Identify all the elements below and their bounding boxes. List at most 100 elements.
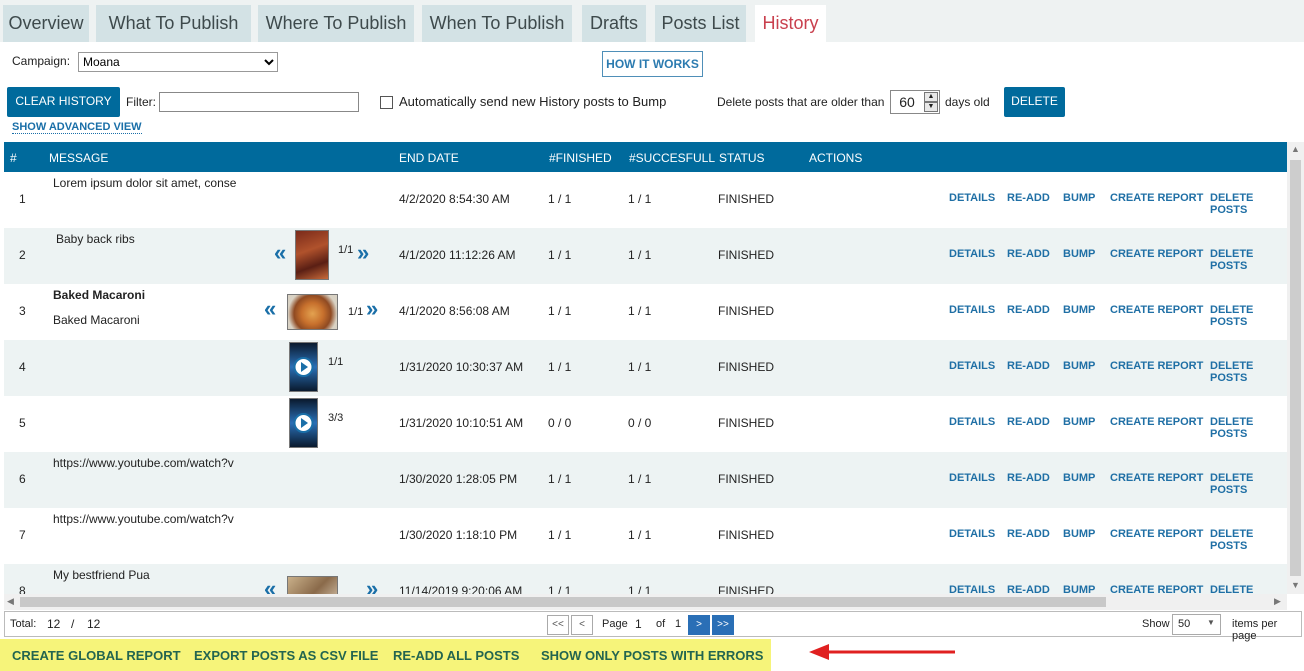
photo-thumbnail[interactable] — [287, 576, 338, 594]
col-status[interactable]: STATUS — [719, 151, 765, 165]
table-row[interactable]: 8 My bestfriend Pua « » 11/14/2019 9:20:… — [4, 564, 1287, 594]
how-it-works-button[interactable]: HOW IT WORKS — [602, 51, 703, 77]
delete-posts-link[interactable]: DELETE POSTS — [1210, 304, 1287, 328]
vertical-scrollbar[interactable]: ▲ ▼ — [1287, 142, 1304, 594]
bump-link[interactable]: BUMP — [1063, 192, 1095, 204]
page-input[interactable]: 1 — [635, 617, 642, 631]
re-add-link[interactable]: RE-ADD — [1007, 472, 1050, 484]
campaign-select[interactable]: Moana — [78, 52, 278, 72]
tab-what-to-publish[interactable]: What To Publish — [96, 5, 251, 42]
page-size-select[interactable]: 50 ▼ — [1172, 614, 1221, 635]
re-add-link[interactable]: RE-ADD — [1007, 528, 1050, 540]
bump-link[interactable]: BUMP — [1063, 304, 1095, 316]
table-row[interactable]: 2 Baby back ribs « 1/1 » 4/1/2020 11:12:… — [4, 228, 1287, 284]
next-page-button[interactable]: > — [688, 615, 710, 635]
scroll-up-icon[interactable]: ▲ — [1291, 144, 1300, 154]
re-add-link[interactable]: RE-ADD — [1007, 192, 1050, 204]
horizontal-scrollbar[interactable]: ◀ ▶ — [4, 594, 1287, 610]
re-add-link[interactable]: RE-ADD — [1007, 584, 1050, 594]
scroll-left-icon[interactable]: ◀ — [7, 596, 14, 607]
last-page-button[interactable]: >> — [712, 615, 734, 635]
stepper-down-icon[interactable]: ▼ — [924, 102, 938, 112]
details-link[interactable]: DETAILS — [949, 528, 995, 540]
col-successful[interactable]: #SUCCESFULL — [629, 151, 715, 165]
video-thumbnail[interactable] — [289, 342, 318, 392]
delete-posts-link[interactable]: DELETE POSTS — [1210, 472, 1287, 496]
details-link[interactable]: DETAILS — [949, 248, 995, 260]
days-value[interactable]: 60 — [891, 91, 923, 113]
create-report-link[interactable]: CREATE REPORT — [1110, 584, 1203, 594]
advanced-view-link[interactable]: SHOW ADVANCED VIEW — [12, 121, 142, 134]
scroll-down-icon[interactable]: ▼ — [1291, 580, 1300, 590]
prev-page-button[interactable]: < — [571, 615, 593, 635]
table-row[interactable]: 6 https://www.youtube.com/watch?v 1/30/2… — [4, 452, 1287, 508]
create-report-link[interactable]: CREATE REPORT — [1110, 248, 1203, 260]
re-add-link[interactable]: RE-ADD — [1007, 416, 1050, 428]
tab-drafts[interactable]: Drafts — [582, 5, 646, 42]
delete-posts-link[interactable]: DELETE POSTS — [1210, 584, 1287, 594]
bump-link[interactable]: BUMP — [1063, 248, 1095, 260]
create-report-link[interactable]: CREATE REPORT — [1110, 472, 1203, 484]
col-end-date[interactable]: END DATE — [399, 151, 459, 165]
delete-posts-link[interactable]: DELETE POSTS — [1210, 192, 1287, 216]
create-report-link[interactable]: CREATE REPORT — [1110, 304, 1203, 316]
table-row[interactable]: 1 Lorem ipsum dolor sit amet, conse 4/2/… — [4, 172, 1287, 228]
bump-link[interactable]: BUMP — [1063, 416, 1095, 428]
chevron-right-icon[interactable]: » — [357, 240, 369, 266]
re-add-all-link[interactable]: RE-ADD ALL POSTS — [393, 648, 519, 663]
delete-posts-link[interactable]: DELETE POSTS — [1210, 360, 1287, 384]
details-link[interactable]: DETAILS — [949, 192, 995, 204]
create-report-link[interactable]: CREATE REPORT — [1110, 192, 1203, 204]
chevron-left-icon[interactable]: « — [274, 240, 286, 266]
clear-history-button[interactable]: CLEAR HISTORY — [7, 87, 120, 117]
export-csv-link[interactable]: EXPORT POSTS AS CSV FILE — [194, 648, 378, 663]
tab-history[interactable]: History — [755, 5, 826, 42]
re-add-link[interactable]: RE-ADD — [1007, 304, 1050, 316]
video-thumbnail[interactable] — [289, 398, 318, 448]
details-link[interactable]: DETAILS — [949, 360, 995, 372]
re-add-link[interactable]: RE-ADD — [1007, 360, 1050, 372]
table-row[interactable]: 5 3/3 1/31/2020 10:10:51 AM 0 / 0 0 / 0 … — [4, 396, 1287, 452]
horizontal-scroll-thumb[interactable] — [20, 597, 1106, 607]
col-finished[interactable]: #FINISHED — [549, 151, 612, 165]
bump-link[interactable]: BUMP — [1063, 360, 1095, 372]
tab-when-to-publish[interactable]: When To Publish — [422, 5, 572, 42]
delete-posts-link[interactable]: DELETE POSTS — [1210, 528, 1287, 552]
table-row[interactable]: 4 1/1 1/31/2020 10:30:37 AM 1 / 1 1 / 1 … — [4, 340, 1287, 396]
chevron-left-icon[interactable]: « — [264, 296, 276, 322]
ribs-thumbnail[interactable] — [295, 230, 329, 280]
create-global-report-link[interactable]: CREATE GLOBAL REPORT — [12, 648, 181, 663]
create-report-link[interactable]: CREATE REPORT — [1110, 360, 1203, 372]
delete-posts-link[interactable]: DELETE POSTS — [1210, 248, 1287, 272]
vertical-scroll-thumb[interactable] — [1290, 160, 1301, 576]
scroll-right-icon[interactable]: ▶ — [1274, 596, 1281, 607]
tab-overview[interactable]: Overview — [3, 5, 89, 42]
auto-send-checkbox[interactable] — [380, 96, 393, 109]
details-link[interactable]: DETAILS — [949, 416, 995, 428]
details-link[interactable]: DETAILS — [949, 584, 995, 594]
filter-input[interactable] — [159, 92, 359, 112]
tab-where-to-publish[interactable]: Where To Publish — [258, 5, 414, 42]
bump-link[interactable]: BUMP — [1063, 584, 1095, 594]
first-page-button[interactable]: << — [547, 615, 569, 635]
col-message[interactable]: MESSAGE — [49, 151, 108, 165]
delete-button[interactable]: DELETE — [1004, 87, 1065, 117]
delete-posts-link[interactable]: DELETE POSTS — [1210, 416, 1287, 440]
re-add-link[interactable]: RE-ADD — [1007, 248, 1050, 260]
details-link[interactable]: DETAILS — [949, 304, 995, 316]
days-stepper[interactable]: 60 ▲ ▼ — [890, 90, 940, 114]
table-row[interactable]: 7 https://www.youtube.com/watch?v 1/30/2… — [4, 508, 1287, 564]
chevron-right-icon[interactable]: » — [366, 296, 378, 322]
details-link[interactable]: DETAILS — [949, 472, 995, 484]
macaroni-thumbnail[interactable] — [287, 294, 338, 330]
col-num[interactable]: # — [10, 151, 17, 165]
show-errors-link[interactable]: SHOW ONLY POSTS WITH ERRORS — [541, 648, 763, 663]
bump-link[interactable]: BUMP — [1063, 472, 1095, 484]
stepper-up-icon[interactable]: ▲ — [924, 92, 938, 102]
bump-link[interactable]: BUMP — [1063, 528, 1095, 540]
chevron-right-icon[interactable]: » — [366, 576, 378, 594]
table-row[interactable]: 3 Baked Macaroni Baked Macaroni « 1/1 » … — [4, 284, 1287, 340]
create-report-link[interactable]: CREATE REPORT — [1110, 416, 1203, 428]
create-report-link[interactable]: CREATE REPORT — [1110, 528, 1203, 540]
tab-posts-list[interactable]: Posts List — [655, 5, 746, 42]
